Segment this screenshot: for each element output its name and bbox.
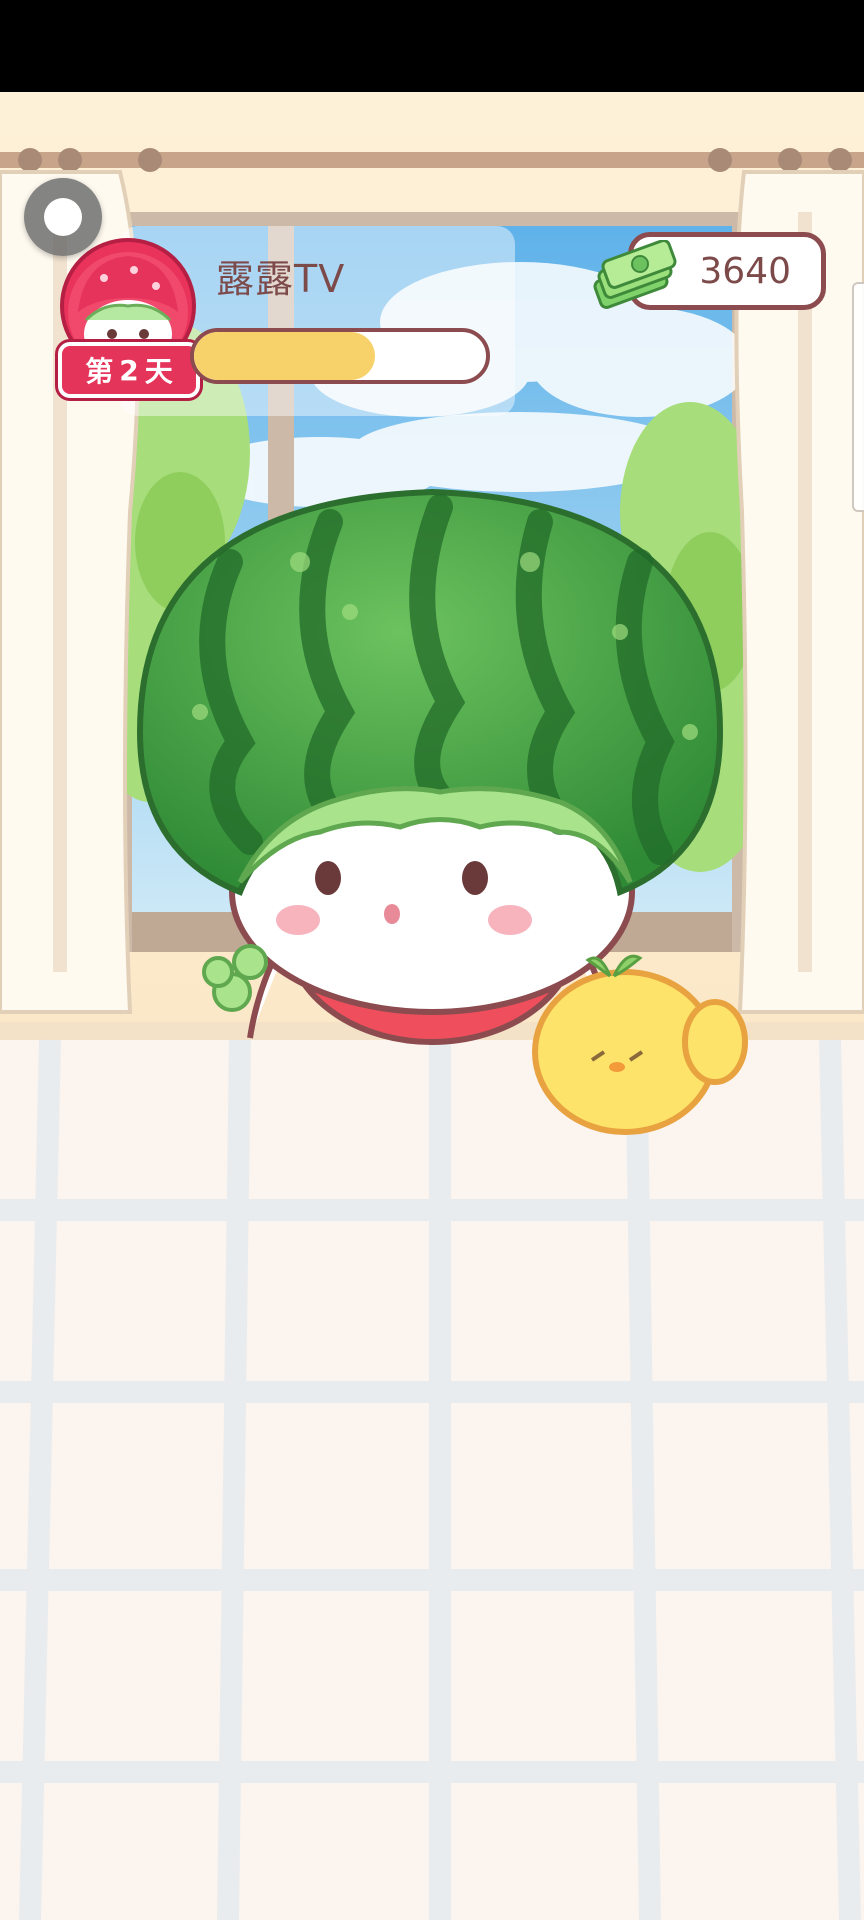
progress-bar [190, 328, 490, 384]
player-name: 露露TV [216, 257, 346, 301]
side-panel-handle[interactable] [852, 282, 864, 512]
game-scene[interactable]: 第 2 天 露露TV 3640 [0, 92, 864, 1920]
day-badge: 第 2 天 [58, 342, 200, 398]
day-number: 2 [119, 353, 139, 387]
progress-fill [194, 332, 376, 380]
currency-amount: 3640 [699, 250, 791, 292]
assistive-touch-icon[interactable] [24, 178, 102, 256]
status-bar [0, 0, 864, 92]
day-prefix: 第 [85, 355, 114, 388]
cash-stack-icon [593, 240, 677, 309]
day-suffix: 天 [144, 355, 173, 388]
app-screen: 第 2 天 露露TV 3640 [0, 0, 864, 1920]
